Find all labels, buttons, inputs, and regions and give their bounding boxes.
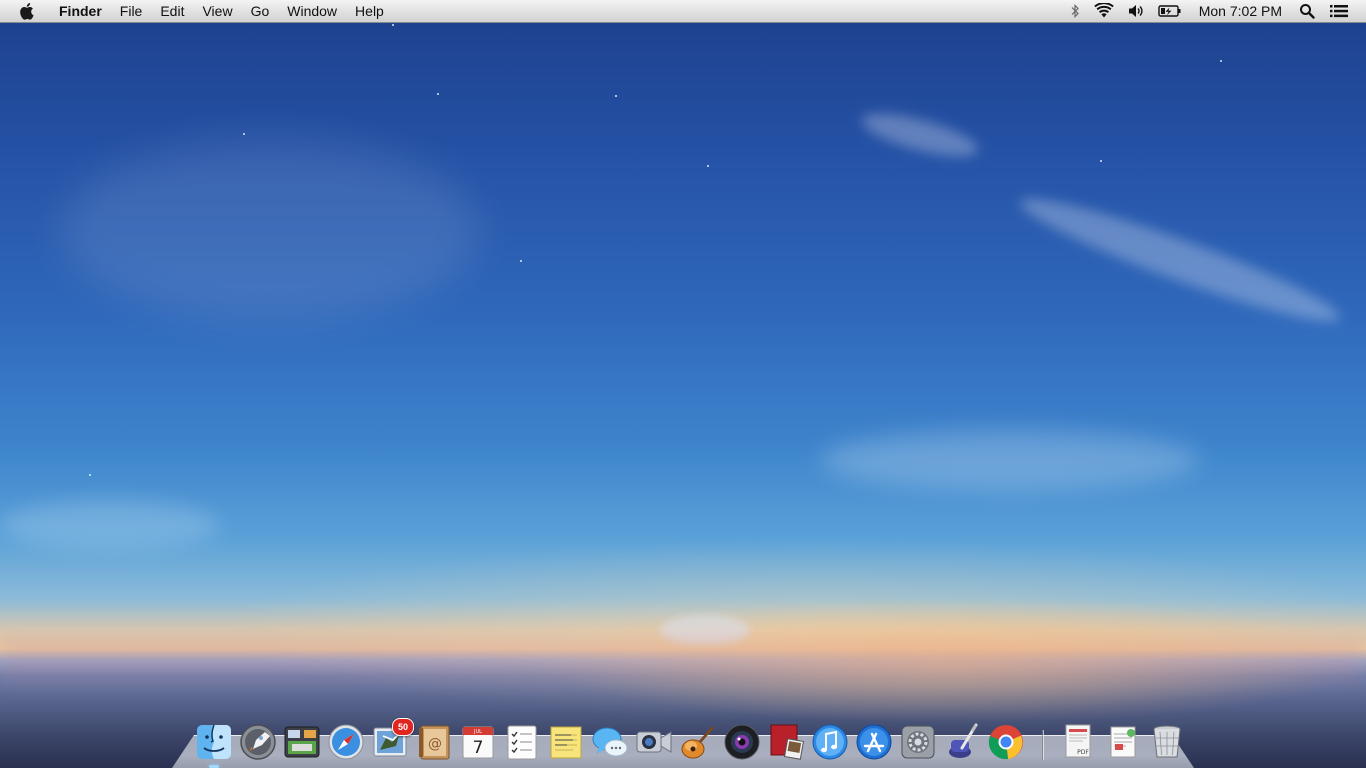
calendar-icon: JUL 7: [462, 726, 494, 759]
svg-text:@: @: [428, 736, 442, 752]
itunes-icon: [812, 724, 848, 760]
star: [707, 165, 709, 167]
dock-item-calendar[interactable]: JUL 7: [458, 722, 498, 762]
menu-app-finder[interactable]: Finder: [50, 0, 111, 22]
iphoto-icon: [770, 724, 805, 760]
apple-icon: [20, 3, 34, 20]
dock-item-finder[interactable]: [194, 722, 234, 768]
menu-go[interactable]: Go: [242, 0, 279, 22]
dock-item-reminders[interactable]: [502, 722, 542, 762]
reminders-icon: [507, 725, 537, 760]
launchpad-icon: [240, 724, 276, 760]
app-store-icon: [856, 724, 892, 760]
wifi-menu[interactable]: [1087, 0, 1121, 22]
wifi-icon: [1093, 3, 1114, 18]
star: [89, 474, 91, 476]
battery-charging-icon: [1158, 5, 1181, 17]
volume-icon: [1128, 5, 1143, 17]
mission-control-icon: [284, 726, 320, 758]
trash-icon: [1153, 725, 1181, 758]
quill-icon: [949, 723, 978, 758]
photo-booth-icon: [724, 724, 760, 760]
facetime-icon: [636, 731, 672, 753]
battery-menu[interactable]: [1151, 0, 1189, 22]
pdf-document-icon: PDF: [1065, 724, 1091, 758]
bluetooth-menu[interactable]: [1063, 0, 1087, 22]
wallpaper-cloud: [0, 500, 220, 550]
menu-bar: Finder File Edit View Go Window Help Mon…: [0, 0, 1366, 23]
volume-menu[interactable]: [1121, 0, 1151, 22]
finder-icon: [197, 724, 231, 759]
star: [1100, 160, 1102, 162]
wallpaper-cloud: [820, 430, 1200, 490]
spotlight-button[interactable]: [1292, 0, 1322, 22]
dock-stack-documents[interactable]: PDF: [1059, 722, 1099, 762]
dock-item-script-editor[interactable]: [942, 722, 982, 762]
dock-item-system-preferences[interactable]: [898, 722, 938, 762]
dock-item-trash[interactable]: [1147, 722, 1187, 762]
dock-item-facetime[interactable]: [634, 722, 674, 762]
notes-icon: [550, 726, 582, 759]
menu-window[interactable]: Window: [278, 0, 346, 22]
star: [615, 95, 617, 97]
menu-edit[interactable]: Edit: [151, 0, 193, 22]
menu-view[interactable]: View: [193, 0, 241, 22]
menu-file[interactable]: File: [111, 0, 152, 22]
dock-separator: [1042, 730, 1043, 760]
contacts-icon: @: [419, 725, 450, 760]
safari-icon: [328, 724, 364, 760]
dock-stack-downloads[interactable]: [1103, 722, 1143, 762]
notification-center-button[interactable]: [1322, 0, 1356, 22]
system-preferences-icon: [901, 725, 935, 759]
chrome-icon: [988, 725, 1023, 760]
apple-menu[interactable]: [0, 2, 50, 20]
menubar-clock[interactable]: Mon 7:02 PM: [1189, 3, 1292, 19]
document-stack-icon: [1110, 726, 1136, 758]
wallpaper-cloud: [858, 104, 982, 166]
star: [520, 260, 522, 262]
dock-item-garageband[interactable]: [678, 722, 718, 762]
calendar-day: 7: [473, 738, 484, 758]
garageband-icon: [681, 726, 714, 759]
notification-center-icon: [1330, 5, 1348, 18]
dock-item-safari[interactable]: [326, 722, 366, 762]
mail-unread-badge: 50: [392, 718, 414, 736]
dock-item-mission-control[interactable]: [282, 722, 322, 762]
desktop[interactable]: Finder File Edit View Go Window Help Mon…: [0, 0, 1366, 768]
dock-item-mail[interactable]: 50: [370, 718, 414, 762]
dock-item-app-store[interactable]: [854, 722, 894, 762]
star: [1220, 60, 1222, 62]
calendar-month: JUL: [473, 729, 482, 735]
dock-item-launchpad[interactable]: [238, 722, 278, 762]
dock-item-contacts[interactable]: @: [414, 722, 454, 762]
star: [243, 133, 245, 135]
dock-item-iphoto[interactable]: [766, 722, 806, 762]
dock-item-notes[interactable]: [546, 722, 586, 762]
wallpaper-cloud: [60, 140, 480, 320]
horizon-haze: [0, 640, 1366, 680]
wallpaper-cloud: [1013, 183, 1347, 337]
messages-icon: [592, 727, 628, 757]
menu-help[interactable]: Help: [346, 0, 393, 22]
star: [392, 24, 394, 26]
dock-item-google-chrome[interactable]: [986, 722, 1026, 762]
spotlight-search-icon: [1300, 4, 1315, 19]
dock-item-messages[interactable]: [590, 722, 630, 762]
bluetooth-icon: [1071, 4, 1079, 18]
dock: 50 @ JUL 7 PDF: [192, 716, 1189, 768]
star: [437, 93, 439, 95]
dock-item-photo-booth[interactable]: [722, 722, 762, 762]
dock-item-itunes[interactable]: [810, 722, 850, 762]
pdf-label: PDF: [1077, 749, 1089, 756]
